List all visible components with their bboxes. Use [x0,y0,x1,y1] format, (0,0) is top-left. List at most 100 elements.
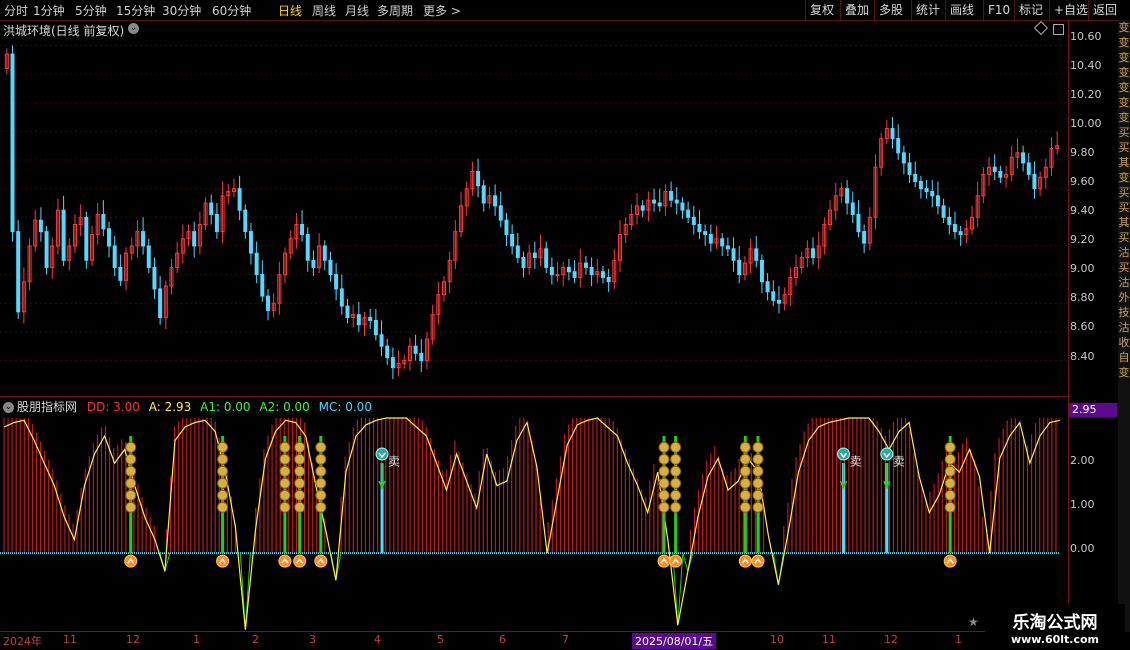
buy-arrow-icon [293,554,307,568]
period-tab[interactable]: 周线 [312,2,336,19]
price-tick-label: 8.60 [1070,320,1095,333]
toolbar-button[interactable]: 返回 [1088,0,1121,20]
price-tick-label: 9.40 [1070,204,1095,217]
watermark-url: www.60lt.com [1010,633,1100,646]
candle-body [493,195,498,207]
indicator-title-row: ⌄ 股朋指标网 DD: 3.00 A: 2.93 A1: 0.00 A2: 0.0… [3,398,372,415]
candle-body [555,274,560,277]
candle-body [266,295,270,311]
buy-arrow-icon [657,554,671,568]
side-strip-char: 变 [1118,21,1130,34]
coin-icon [315,501,327,513]
coin-icon [279,501,291,513]
price-tick-label: 10.60 [1070,30,1102,43]
candle-body [901,152,906,164]
toolbar-button[interactable]: +自选 [1049,0,1092,20]
toolbar-button[interactable]: 标记 [1014,0,1047,20]
period-tab[interactable]: 日线 [278,2,302,19]
side-strip-char: 变 [1118,81,1130,94]
coin-icon [279,465,291,477]
toolbar-button[interactable]: F10 [983,0,1014,20]
candle-body [731,248,736,261]
period-tab[interactable]: 多周期 [377,2,413,19]
side-strip[interactable]: 变变变变变变变买买其变买买其买沽买沽外技沽收自变 [1118,20,1130,632]
candle-body [44,231,49,268]
candle-body [1026,162,1031,175]
coin-icon [739,489,751,501]
toolbar-button[interactable]: 画线 [945,0,978,20]
period-tab[interactable]: 1分钟 [33,2,65,19]
candle-body [907,162,912,175]
candle-body [254,252,259,276]
coin-icon [670,465,682,477]
side-strip-char: 收 [1118,336,1130,349]
period-tab[interactable]: 月线 [345,2,369,19]
candle-body [890,128,895,140]
panel-divider[interactable] [0,396,1068,397]
candle-body [112,245,117,268]
indicator-tick-label: 0.00 [1070,542,1095,555]
chevron-down-icon[interactable]: ⌄ [3,402,14,413]
time-tick-label: 3 [309,633,316,646]
candle-body [856,213,861,233]
candle-body [930,191,935,197]
candle-body [708,233,713,244]
candle-body [345,305,350,319]
toolbar-button[interactable]: 叠加 [840,0,873,20]
toolbar-button[interactable]: 复权 [805,0,838,20]
candle-body [952,223,957,233]
coin-icon [658,489,670,501]
mc-value: MC: 0.00 [318,400,372,414]
coin-icon [315,453,327,465]
candle-body [896,138,901,154]
candle-body [958,231,963,235]
candle-body [862,231,867,244]
indicator-tick-label: 1.00 [1070,498,1095,511]
period-tab[interactable]: 5分钟 [75,2,107,19]
candle-body [515,245,520,258]
candle-body [924,188,929,193]
period-tab[interactable]: 分时 [4,2,28,19]
candle-body [16,231,21,313]
coin-icon [752,477,764,489]
candle-body [504,219,509,235]
candle-body [158,288,163,319]
candle-body [549,266,554,276]
side-strip-char: 买 [1118,261,1130,274]
candle-body [669,191,674,201]
toolbar-button[interactable]: 多股 [874,0,907,20]
coin-icon [739,453,751,465]
toolbar-button[interactable]: 统计 [911,0,944,20]
period-tab[interactable]: 更多 > [423,2,461,19]
candle-body [776,299,781,304]
period-toolbar: 分时 1分钟 5分钟 15分钟 30分钟 60分钟 日线 周线 月线 多周期 更多 > 复权 叠加 多股统… [0,0,1130,21]
coin-icon [125,477,137,489]
kline-chart[interactable]: 卖卖卖 [0,20,1068,632]
candle-body [754,248,759,261]
time-tick-label: 11 [63,633,77,646]
candle-body [419,352,424,362]
star-icon[interactable]: ★ [968,615,979,629]
side-strip-char: 沽 [1118,246,1130,259]
side-strip-char: 变 [1118,171,1130,184]
coin-icon [670,489,682,501]
indicator-name[interactable]: 股朋指标网 [17,400,77,414]
coin-icon [670,453,682,465]
period-tab[interactable]: 15分钟 [116,2,155,19]
candle-body [390,357,395,369]
side-strip-char: 买 [1118,141,1130,154]
candle-body [10,53,15,233]
period-tab[interactable]: 60分钟 [212,2,251,19]
candle-body [686,209,691,218]
coin-icon [944,453,956,465]
price-tick-label: 10.40 [1070,59,1102,72]
candle-body [61,209,66,261]
candle-body [413,345,418,354]
price-tick-label: 10.00 [1070,117,1102,130]
period-tab[interactable]: 30分钟 [162,2,201,19]
time-tick-label: 2024年 [3,635,42,648]
candle-body [759,259,764,283]
side-strip-char: 外 [1118,291,1130,304]
candle-body [379,334,384,347]
arrow-down-icon [839,463,848,490]
